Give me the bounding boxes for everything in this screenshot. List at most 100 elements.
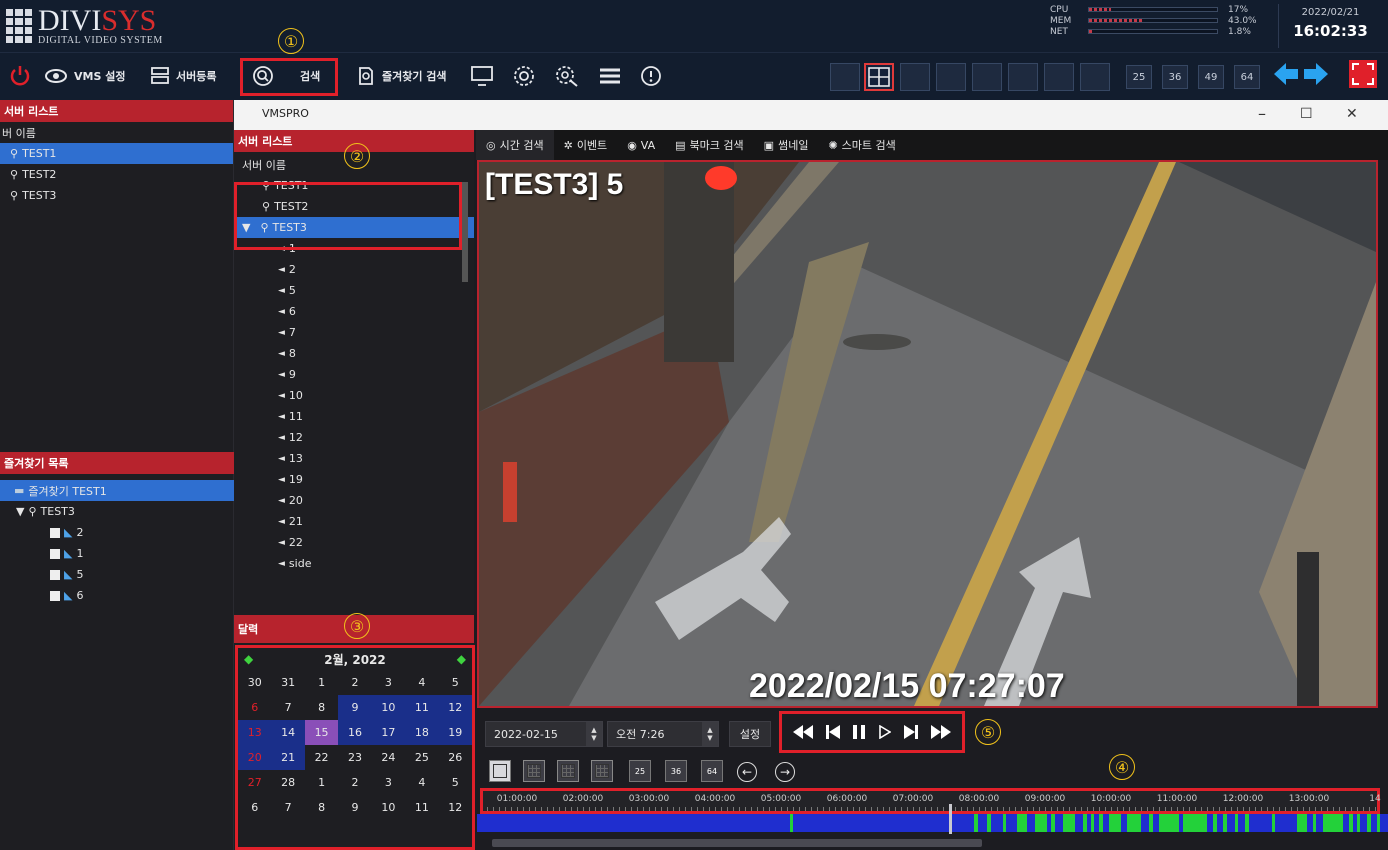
channel-item[interactable]: ◄ 6: [234, 301, 474, 322]
channel-item[interactable]: ◄ 21: [234, 511, 474, 532]
channel-item[interactable]: ◄ 19: [234, 469, 474, 490]
pause-button[interactable]: [853, 725, 866, 739]
view-4-button[interactable]: [523, 760, 545, 782]
power-button[interactable]: [8, 63, 32, 89]
calendar-day[interactable]: 30: [238, 670, 271, 695]
calendar-day[interactable]: 14: [271, 720, 305, 745]
calendar-day[interactable]: 3: [372, 670, 405, 695]
calendar-day[interactable]: 10: [371, 695, 406, 720]
calendar-day[interactable]: 24: [372, 745, 405, 770]
calendar-day[interactable]: 1: [305, 670, 338, 695]
calendar-day[interactable]: 9: [338, 795, 371, 820]
channel-item[interactable]: ◄ 5: [234, 280, 474, 301]
calendar-day[interactable]: 23: [338, 745, 371, 770]
bookmark-search-button[interactable]: 즐겨찾기 검색: [356, 63, 447, 89]
calendar-day[interactable]: 13: [238, 720, 272, 745]
view-16-button[interactable]: [591, 760, 613, 782]
calendar-day[interactable]: 20: [238, 745, 272, 770]
calendar-day[interactable]: 6: [238, 695, 271, 720]
layout-25-button[interactable]: 25: [1126, 65, 1152, 89]
checkbox-icon[interactable]: [50, 590, 60, 601]
date-spin-icon[interactable]: ▲ ▼: [586, 722, 602, 746]
server-register-button[interactable]: 서버등록: [150, 63, 216, 89]
step-back-button[interactable]: [825, 725, 840, 739]
calendar-day[interactable]: 8: [305, 795, 338, 820]
favorite-group[interactable]: ▬ 즐겨찾기 TEST1: [0, 480, 234, 501]
settings-button[interactable]: [512, 63, 536, 89]
playhead-marker[interactable]: [949, 804, 952, 834]
timeline-scrollbar[interactable]: [492, 839, 982, 847]
calendar-day[interactable]: 11: [405, 795, 438, 820]
step-forward-button[interactable]: [903, 725, 918, 739]
favorite-camera[interactable]: ◣ 6: [0, 585, 234, 606]
channel-item[interactable]: ◄ 7: [234, 322, 474, 343]
next-page-button[interactable]: [1302, 61, 1330, 87]
tab-time-search[interactable]: ◎ 시간 검색: [476, 130, 554, 160]
timeline[interactable]: 01:00:00 02:00:00 03:00:00 04:00:00 05:00:00…: [477, 786, 1388, 850]
calendar-day[interactable]: 7: [271, 795, 304, 820]
tab-event[interactable]: ✲ 이벤트: [554, 130, 618, 160]
calendar-day[interactable]: 16: [338, 720, 372, 745]
info-button[interactable]: [640, 63, 662, 89]
layout-10-button[interactable]: [1008, 63, 1038, 91]
layout-9-button[interactable]: [972, 63, 1002, 91]
advanced-settings-button[interactable]: [554, 63, 580, 89]
layout-4-button[interactable]: [864, 63, 894, 91]
favorite-server[interactable]: ▼ ⚲ TEST3: [0, 501, 234, 522]
calendar-day[interactable]: 25: [405, 745, 438, 770]
prev-page-button[interactable]: [1272, 61, 1300, 87]
play-button[interactable]: [878, 725, 891, 739]
view-64-button[interactable]: 64: [701, 760, 723, 782]
calendar-day[interactable]: 22: [305, 745, 338, 770]
layout-49-button[interactable]: 49: [1198, 65, 1224, 89]
calendar-day[interactable]: 5: [439, 770, 472, 795]
calendar-day[interactable]: 6: [238, 795, 271, 820]
server-item-test2[interactable]: ⚲ TEST2: [0, 164, 233, 185]
tab-thumbnail[interactable]: ▣ 썸네일: [754, 130, 819, 160]
timeline-zoom-in-button[interactable]: →: [775, 762, 795, 782]
calendar-day[interactable]: 28: [271, 770, 304, 795]
tab-smart-search[interactable]: ✺ 스마트 검색: [818, 130, 905, 160]
calendar-day[interactable]: 21: [271, 745, 305, 770]
timeline-ruler[interactable]: 01:00:00 02:00:00 03:00:00 04:00:00 05:00:00…: [480, 788, 1381, 814]
layout-13-button[interactable]: [1044, 63, 1074, 91]
view-9-button[interactable]: [557, 760, 579, 782]
recording-track[interactable]: [477, 804, 1388, 834]
calendar-day[interactable]: 2: [338, 670, 371, 695]
checkbox-icon[interactable]: [50, 548, 60, 559]
tree-scrollbar[interactable]: [462, 182, 468, 282]
channel-item[interactable]: ◄ 22: [234, 532, 474, 553]
calendar-day[interactable]: 26: [439, 745, 472, 770]
favorite-camera[interactable]: ◣ 1: [0, 543, 234, 564]
calendar-day[interactable]: 3: [372, 770, 405, 795]
next-month-icon[interactable]: ◆: [457, 652, 466, 666]
view-25-button[interactable]: 25: [629, 760, 651, 782]
calendar-day[interactable]: 10: [372, 795, 405, 820]
favorite-camera[interactable]: ◣ 5: [0, 564, 234, 585]
favorite-camera[interactable]: ◣ 2: [0, 522, 234, 543]
channel-item[interactable]: ◄ 9: [234, 364, 474, 385]
channel-item[interactable]: ◄ 11: [234, 406, 474, 427]
channel-item[interactable]: ◄ 12: [234, 427, 474, 448]
calendar-day[interactable]: 12: [439, 795, 472, 820]
calendar-day[interactable]: 9: [338, 695, 372, 720]
maximize-button[interactable]: ☐: [1300, 106, 1313, 122]
server-item-test3[interactable]: ⚲ TEST3: [0, 185, 233, 206]
tab-bookmark-search[interactable]: ▤ 북마크 검색: [665, 130, 754, 160]
view-36-button[interactable]: 36: [665, 760, 687, 782]
channel-item[interactable]: ◄ 10: [234, 385, 474, 406]
set-button[interactable]: 설정: [729, 721, 771, 747]
calendar-day[interactable]: 8: [305, 695, 338, 720]
time-picker[interactable]: 오전 7:26 ▲ ▼: [607, 721, 719, 747]
view-1-button[interactable]: [489, 760, 511, 782]
prev-month-icon[interactable]: ◆: [244, 652, 253, 666]
channel-item[interactable]: ◄ 8: [234, 343, 474, 364]
timeline-zoom-out-button[interactable]: ←: [737, 762, 757, 782]
calendar-day[interactable]: 15: [304, 720, 339, 745]
layout-36-button[interactable]: 36: [1162, 65, 1188, 89]
calendar-day[interactable]: 12: [438, 695, 472, 720]
calendar-day[interactable]: 4: [405, 770, 438, 795]
layout-6-button[interactable]: [900, 63, 930, 91]
calendar-day[interactable]: 18: [405, 720, 439, 745]
channel-item[interactable]: ◄ side: [234, 553, 474, 574]
